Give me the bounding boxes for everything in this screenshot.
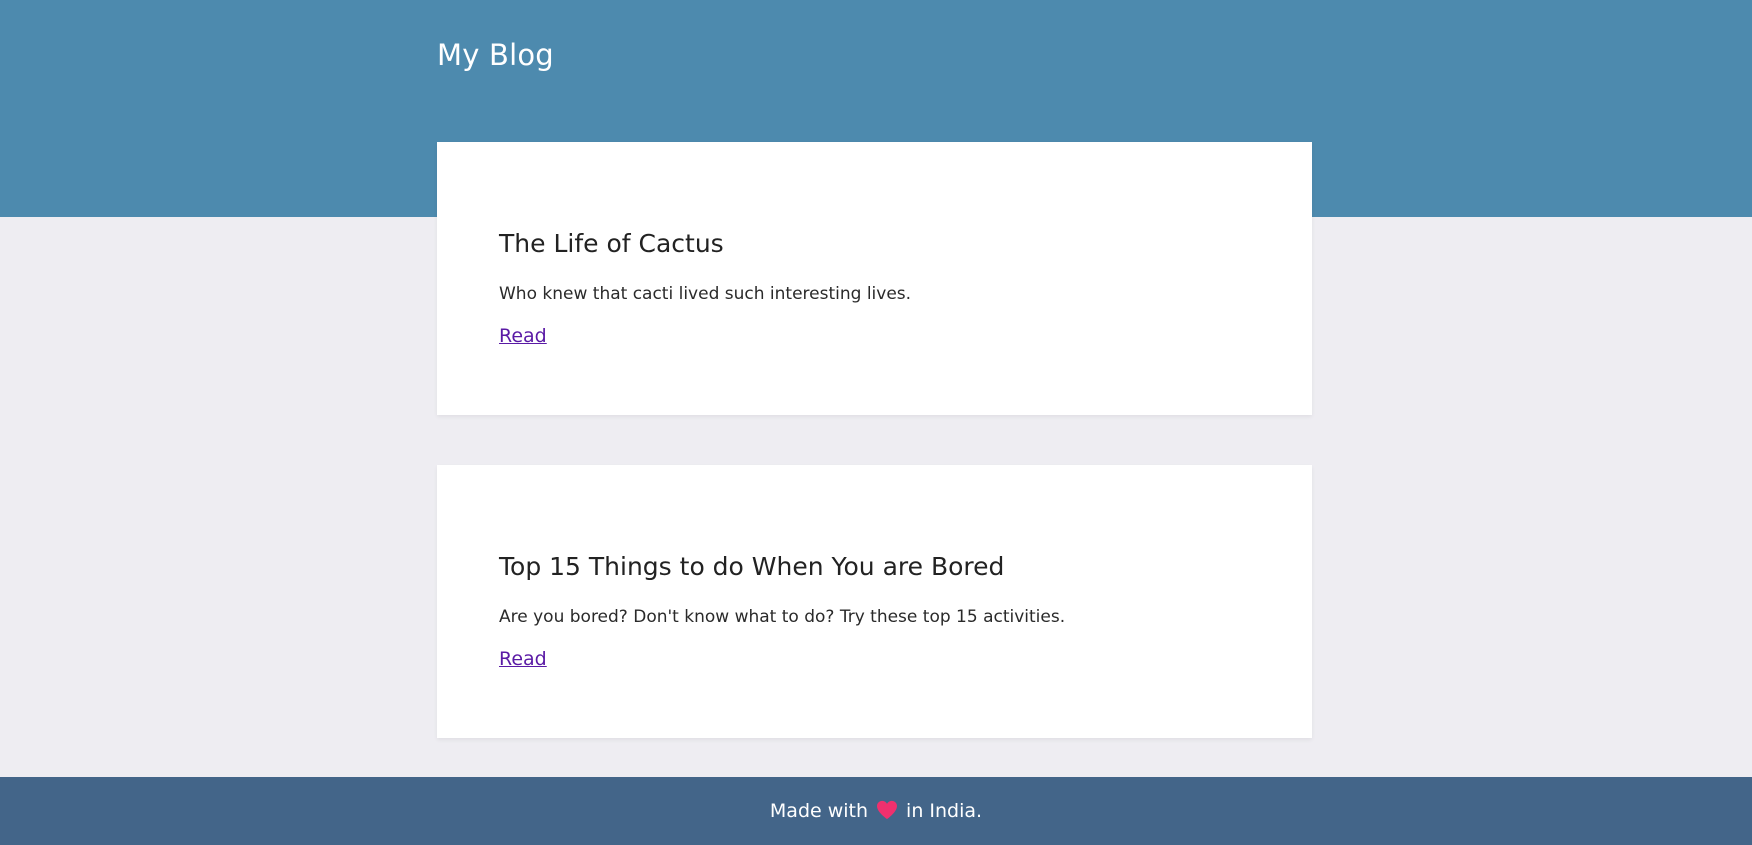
heart-icon [876,800,898,820]
post-card: The Life of Cactus Who knew that cacti l… [437,142,1312,415]
post-card: Top 15 Things to do When You are Bored A… [437,465,1312,738]
post-excerpt: Who knew that cacti lived such interesti… [499,283,912,304]
post-title: Top 15 Things to do When You are Bored [499,552,1005,581]
footer-text-before: Made with [769,800,869,822]
site-title: My Blog [437,38,554,72]
footer: Made with in India. [0,777,1752,845]
footer-text-after: in India. [906,800,983,822]
read-link[interactable]: Read [499,325,547,347]
post-title: The Life of Cactus [499,229,724,258]
read-link[interactable]: Read [499,648,547,670]
post-excerpt: Are you bored? Don't know what to do? Tr… [499,606,1066,627]
